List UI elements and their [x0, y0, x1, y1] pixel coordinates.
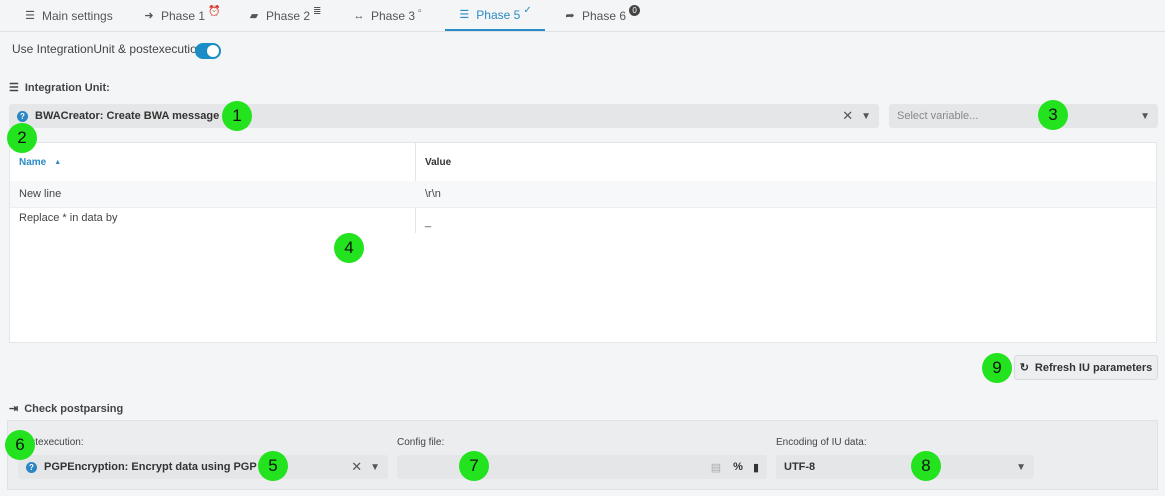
phase-tabbar: ☰ Main settings ➜ Phase 1 ⏰ ▰ Phase 2 ≣ … [0, 0, 1165, 32]
section-title: Check postparsing [24, 402, 124, 415]
parameters-table: Name ▲ Value New line \r\n Replace * in … [9, 142, 1157, 343]
list-icon: ☰ [25, 10, 35, 22]
alarm-icon: ⏰ [208, 6, 221, 17]
use-integration-label: Use IntegrationUnit & postexecution [12, 42, 204, 56]
annotation-marker-4: 4 [334, 233, 364, 263]
clear-icon[interactable]: ✕ [842, 108, 853, 124]
database-icon: ≣ [313, 6, 322, 17]
check-postparsing-heading: ⇥ Check postparsing [9, 402, 124, 416]
param-name: Replace * in data by [19, 212, 118, 224]
annotation-marker-3: 3 [1038, 100, 1068, 130]
tab-label: Phase 2 [266, 8, 311, 23]
table-header: Name ▲ Value [10, 143, 1156, 182]
tab-main-settings[interactable]: ☰ Main settings [24, 0, 113, 31]
sort-asc-icon: ▲ [54, 158, 62, 166]
param-value[interactable]: _ [425, 209, 431, 235]
postparsing-panel: Postexecution: ? PGPEncryption: Encrypt … [7, 420, 1158, 490]
config-file-label: Config file: [397, 437, 445, 448]
variable-placeholder: Select variable... [897, 110, 979, 122]
annotation-marker-9: 9 [982, 353, 1012, 383]
check-icon: ✓ [523, 5, 532, 16]
annotation-marker-7: 7 [459, 451, 489, 481]
encoding-value: UTF-8 [784, 461, 816, 473]
file-edit-icon: ▰ [249, 10, 259, 22]
server-icon: ☰ [459, 9, 470, 21]
param-name: New line [19, 188, 62, 200]
refresh-label: Refresh IU parameters [1034, 361, 1153, 374]
tab-label: Phase 1 [161, 8, 206, 23]
tab-label: Phase 6 [582, 8, 627, 23]
count-badge: 0 [629, 5, 641, 16]
chevron-down-icon[interactable]: ▼ [861, 111, 871, 122]
table-row[interactable]: New line \r\n [10, 181, 1156, 208]
encoding-label: Encoding of IU data: [776, 437, 867, 448]
value-column-header: Value [425, 156, 452, 168]
tab-phase-1[interactable]: ➜ Phase 1 ⏰ [143, 0, 221, 31]
chevron-down-icon[interactable]: ▼ [370, 462, 380, 473]
sign-out-icon: ⇥ [9, 403, 19, 415]
section-title: Integration Unit: [24, 81, 110, 94]
variable-select[interactable]: Select variable... ▼ [889, 104, 1158, 128]
integration-unit-select[interactable]: ? BWACreator: Create BWA message ✕ ▼ [9, 104, 879, 128]
table-row[interactable]: Replace * in data by _ [10, 207, 1156, 233]
file-icon[interactable]: ▮ [753, 461, 759, 474]
tab-phase-2[interactable]: ▰ Phase 2 ≣ [248, 0, 322, 31]
param-value[interactable]: \r\n [425, 181, 441, 207]
tab-phase-6[interactable]: ➦ Phase 6 0 [564, 0, 641, 31]
integration-unit-value: BWACreator: Create BWA message [35, 110, 220, 122]
help-icon[interactable]: ? [26, 461, 37, 473]
integration-unit-heading: ☰ Integration Unit: [9, 81, 110, 95]
chevron-down-icon[interactable]: ▼ [1016, 462, 1026, 473]
percent-icon[interactable]: % [733, 461, 743, 473]
tab-phase-5[interactable]: ☰ Phase 5 ✓ [445, 0, 545, 31]
arrow-to-line-icon: ➜ [144, 10, 154, 22]
annotation-marker-1: 1 [222, 101, 252, 131]
share-icon: ➦ [565, 10, 575, 22]
double-arrow-icon: ↔ [353, 9, 365, 22]
calendar-icon[interactable]: ▤ [711, 461, 721, 474]
annotation-marker-6: 6 [5, 430, 35, 460]
refresh-icon: ↻ [1019, 362, 1029, 374]
chevron-down-icon[interactable]: ▼ [1140, 111, 1150, 122]
refresh-iu-parameters-button[interactable]: ↻ Refresh IU parameters [1014, 355, 1158, 380]
config-file-input[interactable]: ▤ % ▮ [397, 455, 767, 479]
clear-icon[interactable]: ✕ [351, 459, 362, 475]
tab-label: Phase 3 [371, 8, 416, 23]
tab-phase-3[interactable]: ↔ Phase 3 ▫ [353, 0, 422, 31]
use-integration-toggle[interactable] [195, 43, 221, 59]
encoding-select[interactable]: UTF-8 ▼ [776, 455, 1034, 479]
postexecution-select[interactable]: ? PGPEncryption: Encrypt data using PGP … [18, 455, 388, 479]
annotation-marker-2: 2 [7, 123, 37, 153]
postexecution-value: PGPEncryption: Encrypt data using PGP [44, 461, 257, 473]
help-icon[interactable]: ? [17, 110, 28, 122]
annotation-marker-5: 5 [258, 451, 288, 481]
toggle-knob [207, 45, 219, 57]
image-icon: ▫ [418, 6, 422, 17]
tab-label: Main settings [42, 8, 113, 23]
tab-label: Phase 5 [476, 7, 521, 22]
server-icon: ☰ [9, 82, 19, 94]
annotation-marker-8: 8 [911, 451, 941, 481]
